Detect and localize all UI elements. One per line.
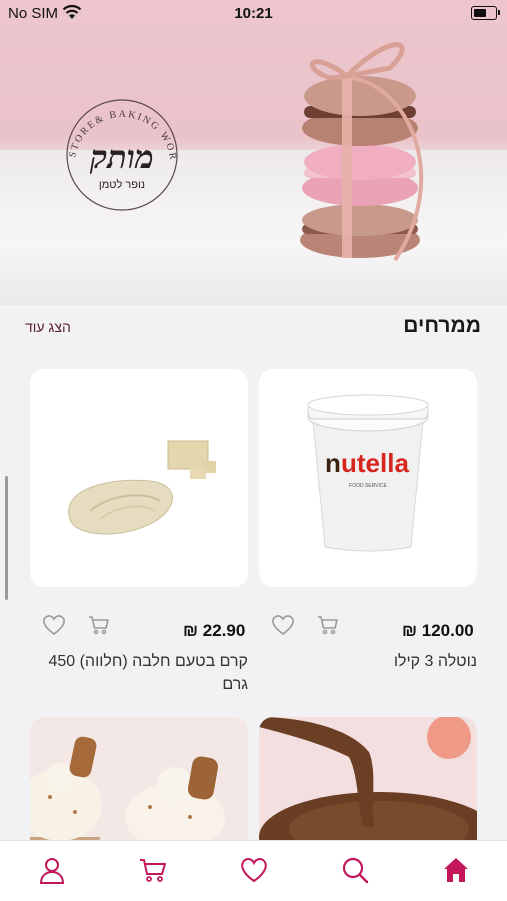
logo-name: מותק xyxy=(89,138,154,176)
cart-icon[interactable] xyxy=(87,613,111,637)
cart-icon[interactable] xyxy=(138,855,168,885)
brand-logo: STORE& BAKING WORKSHOP מותק נופר לטמן xyxy=(55,88,178,211)
macarons-image xyxy=(300,42,424,262)
product-name: קרם בטעם חלבה (חלווה) 450 גרם xyxy=(48,653,248,693)
clock: 10:21 xyxy=(234,5,273,22)
section-title: ממרחים xyxy=(403,314,481,337)
section-header: ממרחים הצג עוד xyxy=(0,312,507,342)
logo-subtitle: נופר לטמן xyxy=(99,178,145,191)
product-price: ₪ 120.00 xyxy=(402,621,474,640)
user-icon[interactable] xyxy=(37,855,67,885)
product-card-image[interactable]: n utella FOOD SERVICE xyxy=(259,369,477,587)
battery-icon xyxy=(471,6,500,20)
hero-banner: STORE& BAKING WORKSHOP מותק נופר לטמן xyxy=(0,0,507,305)
svg-text:FOOD SERVICE: FOOD SERVICE xyxy=(349,483,387,489)
heart-icon[interactable] xyxy=(239,855,269,885)
product-price: ₪ 22.90 xyxy=(183,621,246,640)
scroll-indicator[interactable] xyxy=(5,476,8,600)
halva-cream-image xyxy=(68,440,216,535)
svg-text:utella: utella xyxy=(341,448,409,478)
heart-icon[interactable] xyxy=(270,613,296,637)
home-icon[interactable] xyxy=(441,855,471,885)
product-name: נוטלה 3 קילו xyxy=(393,653,477,670)
show-more-link[interactable]: הצג עוד xyxy=(25,319,71,335)
cart-icon[interactable] xyxy=(316,613,340,637)
bottom-tab-bar xyxy=(0,840,507,901)
search-icon[interactable] xyxy=(340,855,370,885)
heart-icon[interactable] xyxy=(41,613,67,637)
nutella-tub-image: n utella FOOD SERVICE xyxy=(307,394,429,552)
svg-text:n: n xyxy=(325,448,341,478)
status-bar: No SIM 10:21 xyxy=(0,0,507,28)
product-card-image[interactable] xyxy=(30,369,248,587)
